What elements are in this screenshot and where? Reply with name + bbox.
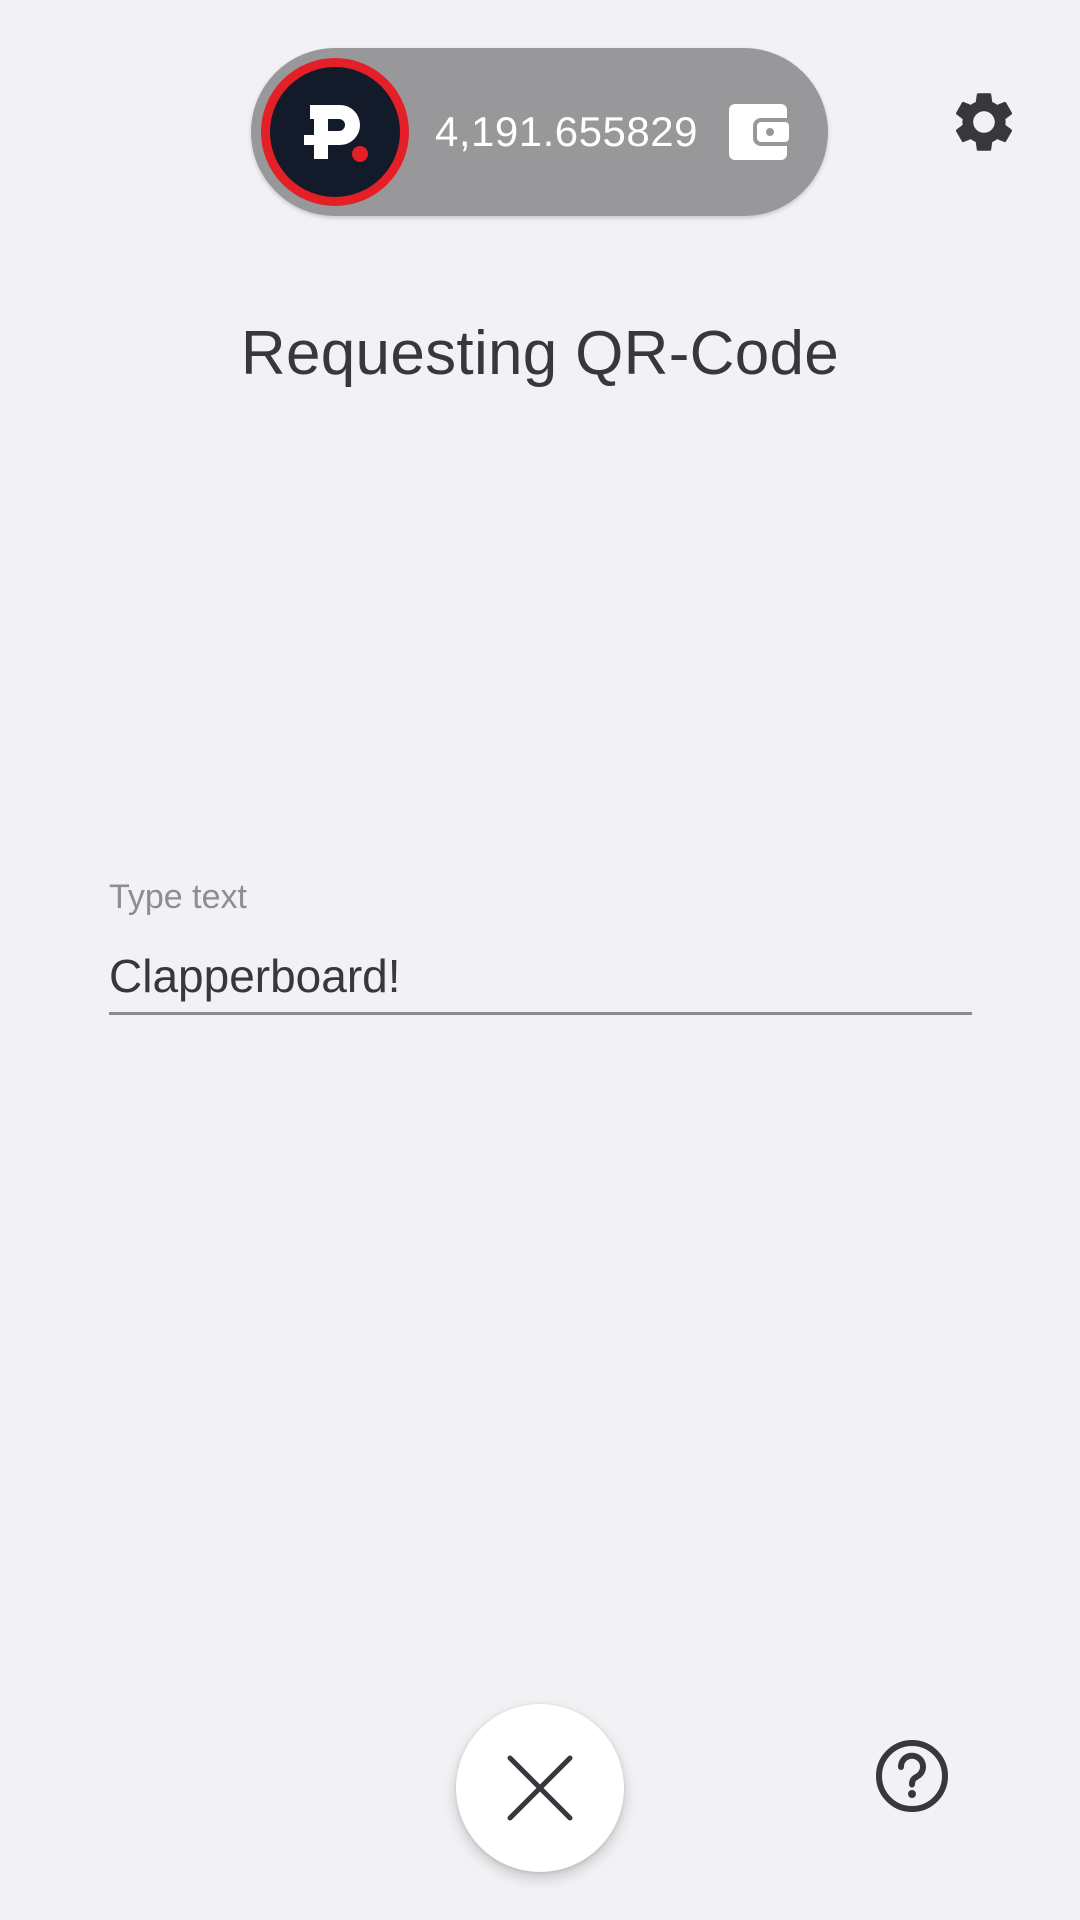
text-input[interactable] — [109, 940, 972, 1015]
settings-button[interactable] — [948, 86, 1020, 158]
screen: 4,191.655829 Requesting QR-Code Type tex… — [0, 0, 1080, 1920]
page-title: Requesting QR-Code — [240, 319, 840, 388]
wallet-balance-button[interactable]: 4,191.655829 — [251, 48, 828, 216]
gear-icon — [955, 93, 1013, 151]
wallet-icon — [729, 104, 789, 160]
close-icon — [507, 1755, 573, 1821]
help-icon — [876, 1740, 948, 1812]
close-button[interactable] — [456, 1704, 624, 1872]
p-coin-logo-icon — [261, 58, 409, 206]
text-field-label: Type text — [109, 878, 247, 916]
wallet-balance-amount: 4,191.655829 — [435, 108, 698, 155]
help-button[interactable] — [874, 1738, 950, 1814]
